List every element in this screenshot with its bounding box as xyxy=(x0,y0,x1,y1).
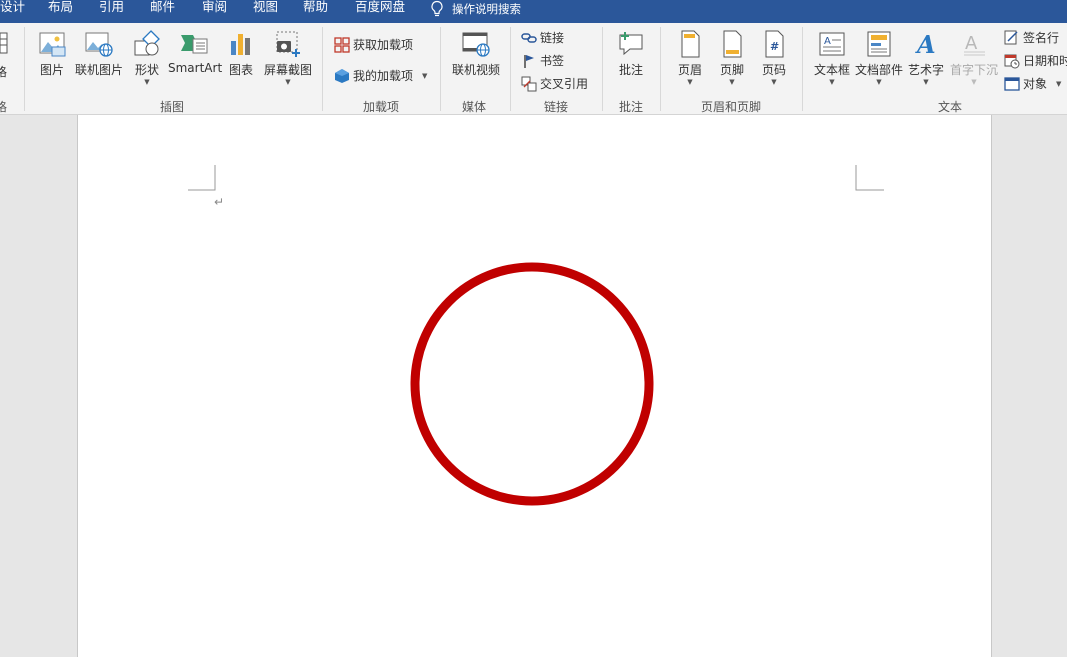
comment-button[interactable]: 批注 xyxy=(612,29,650,78)
word-window: 设计 布局 引用 邮件 审阅 视图 帮助 百度网盘 操作说明搜索 格 格 图片 … xyxy=(0,0,1067,657)
page-number-button[interactable]: # 页码 ▼ xyxy=(757,29,791,86)
chevron-down-icon: ▼ xyxy=(971,78,977,86)
object-icon xyxy=(1004,76,1020,91)
flag-icon xyxy=(524,54,534,68)
get-addins-button[interactable]: 获取加载项 xyxy=(334,36,413,53)
svg-text:#: # xyxy=(770,40,779,53)
dropcap-button: A 首字下沉 ▼ xyxy=(948,29,1000,86)
chevron-down-icon: ▼ xyxy=(729,78,735,86)
red-circle-shape[interactable] xyxy=(406,257,656,507)
tab-design[interactable]: 设计 xyxy=(0,0,25,23)
lightbulb-icon xyxy=(430,0,444,21)
group-label-links: 链接 xyxy=(544,100,569,114)
chevron-down-icon: ▼ xyxy=(1056,79,1062,88)
svg-text:A: A xyxy=(965,33,978,54)
signature-line-button[interactable]: 签名行 xyxy=(1004,29,1059,46)
bookmark-button[interactable]: 书签 xyxy=(521,52,564,69)
cross-reference-button[interactable]: 交叉引用 xyxy=(521,75,588,92)
group-label-media: 媒体 xyxy=(462,100,487,114)
smartart-button[interactable]: SmartArt xyxy=(168,29,222,75)
calendar-clock-icon xyxy=(1004,54,1020,68)
cube-icon xyxy=(335,68,349,83)
tab-review[interactable]: 审阅 xyxy=(202,0,227,23)
bar-chart-icon xyxy=(231,34,250,55)
object-button[interactable]: 对象 ▼ xyxy=(1004,75,1061,92)
chevron-down-icon: ▼ xyxy=(144,78,150,86)
tell-me-search[interactable]: 操作说明搜索 xyxy=(430,0,521,23)
chevron-down-icon: ▼ xyxy=(285,78,291,86)
chevron-down-icon: ▼ xyxy=(876,78,882,86)
video-icon xyxy=(462,32,490,57)
picture-icon xyxy=(39,32,66,57)
separator xyxy=(602,27,603,111)
separator xyxy=(510,27,511,111)
smartart-icon xyxy=(181,35,208,54)
link-icon xyxy=(521,32,537,43)
ribbon: 格 格 图片 联机图片 形状 ▼ SmartArt 图表 屏幕截图 ▼ 插图 获… xyxy=(0,23,1067,115)
chevron-down-icon: ▼ xyxy=(923,78,929,86)
partial-left-group: 格 xyxy=(0,100,8,114)
tab-help[interactable]: 帮助 xyxy=(303,0,328,23)
separator xyxy=(24,27,25,111)
svg-text:A: A xyxy=(915,30,936,59)
separator xyxy=(802,27,803,111)
tab-mailings[interactable]: 邮件 xyxy=(150,0,175,23)
menu-bar: 设计 布局 引用 邮件 审阅 视图 帮助 百度网盘 操作说明搜索 xyxy=(0,0,1067,23)
separator xyxy=(322,27,323,111)
chevron-down-icon: ▼ xyxy=(829,78,835,86)
header-icon xyxy=(681,30,700,58)
tab-baidu-netdisk[interactable]: 百度网盘 xyxy=(355,0,405,23)
chart-button[interactable]: 图表 xyxy=(225,29,257,78)
separator xyxy=(660,27,661,111)
online-video-button[interactable]: 联机视频 xyxy=(450,29,502,78)
camera-icon xyxy=(276,31,300,57)
my-addins-button[interactable]: 我的加载项 ▼ xyxy=(334,67,427,84)
crop-mark-top-left xyxy=(188,165,216,191)
pictures-button[interactable]: 图片 xyxy=(35,29,69,78)
chevron-down-icon: ▼ xyxy=(687,78,693,86)
link-button[interactable]: 链接 xyxy=(521,29,564,46)
tab-layout[interactable]: 布局 xyxy=(48,0,73,23)
shapes-icon xyxy=(134,30,160,56)
chevron-down-icon: ▼ xyxy=(422,71,428,80)
textbox-button[interactable]: A 文本框 ▼ xyxy=(812,29,852,86)
footer-button[interactable]: 页脚 ▼ xyxy=(715,29,749,86)
svg-text:A: A xyxy=(824,36,831,47)
screenshot-button[interactable]: 屏幕截图 ▼ xyxy=(262,29,314,86)
group-label-addins: 加载项 xyxy=(363,100,400,114)
chevron-down-icon: ▼ xyxy=(771,78,777,86)
header-button[interactable]: 页眉 ▼ xyxy=(673,29,707,86)
online-pictures-button[interactable]: 联机图片 xyxy=(73,29,125,78)
quick-parts-button[interactable]: 文档部件 ▼ xyxy=(855,29,903,86)
cross-reference-icon xyxy=(521,76,537,91)
partial-table-icon[interactable] xyxy=(0,31,8,58)
paragraph-mark: ↵ xyxy=(214,195,225,209)
group-label-illustrations: 插图 xyxy=(160,100,185,114)
group-label-text: 文本 xyxy=(938,100,963,114)
shapes-button[interactable]: 形状 ▼ xyxy=(129,29,165,86)
quick-parts-icon xyxy=(867,31,891,57)
comment-icon xyxy=(619,32,643,56)
wordart-button[interactable]: A 艺术字 ▼ xyxy=(906,29,946,86)
tab-view[interactable]: 视图 xyxy=(253,0,278,23)
store-icon xyxy=(334,36,350,53)
search-label: 操作说明搜索 xyxy=(452,2,521,16)
document-page[interactable]: ↵ xyxy=(77,115,992,657)
group-label-comments: 批注 xyxy=(619,100,644,114)
wordart-icon: A xyxy=(915,30,936,59)
crop-mark-top-right xyxy=(855,165,884,191)
date-time-button[interactable]: 日期和时 xyxy=(1004,52,1067,69)
separator xyxy=(440,27,441,111)
page-number-icon: # xyxy=(765,30,784,58)
tab-references[interactable]: 引用 xyxy=(99,0,124,23)
online-picture-icon xyxy=(85,32,113,57)
partial-left-label: 格 xyxy=(0,65,8,79)
group-label-header-footer: 页眉和页脚 xyxy=(701,100,762,114)
footer-icon xyxy=(723,30,742,58)
dropcap-icon: A xyxy=(964,33,985,56)
signature-icon xyxy=(1004,30,1018,44)
textbox-icon: A xyxy=(819,32,845,56)
